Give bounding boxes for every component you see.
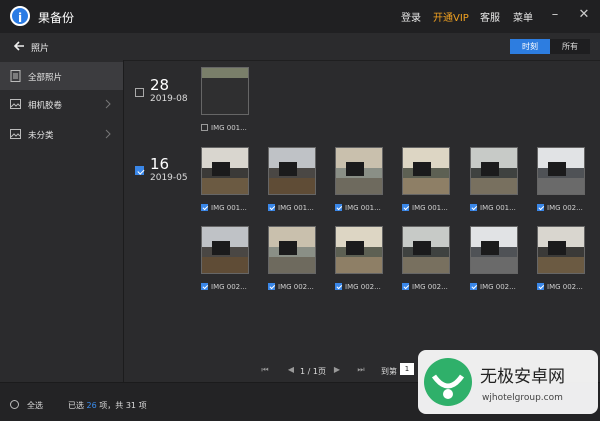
- close-icon[interactable]: ✕: [575, 6, 593, 24]
- sidebar-item-label: 全部照片: [28, 73, 63, 83]
- photo-thumbnail[interactable]: [201, 226, 249, 274]
- photo-checkbox[interactable]: [335, 283, 342, 290]
- group-day: 16: [150, 155, 170, 173]
- last-page-icon[interactable]: ⏭: [356, 365, 366, 375]
- photo-caption[interactable]: IMG 001...: [470, 204, 516, 212]
- chevron-right-icon: [105, 99, 111, 109]
- photo-caption[interactable]: IMG 001...: [335, 204, 381, 212]
- service-link[interactable]: 客服: [480, 9, 500, 24]
- select-all-radio[interactable]: [10, 400, 19, 409]
- photo-checkbox[interactable]: [268, 204, 275, 211]
- minimize-icon[interactable]: –: [546, 6, 564, 24]
- next-page-icon[interactable]: ▶: [332, 365, 342, 375]
- group-month: 2019-08: [150, 94, 188, 104]
- image-icon: [10, 129, 21, 139]
- photo-checkbox[interactable]: [268, 283, 275, 290]
- watermark-brand: 无极安卓网: [480, 367, 565, 387]
- page-info: 1 / 1页: [300, 367, 326, 376]
- select-all-label[interactable]: 全选: [27, 400, 43, 411]
- app-logo-icon: i: [10, 6, 30, 26]
- photo-thumbnail[interactable]: [201, 147, 249, 195]
- goto-label: 到第: [381, 367, 397, 376]
- photo-thumbnail[interactable]: [402, 226, 450, 274]
- header-bar: 照片 时刻 所有: [0, 33, 600, 61]
- breadcrumb: 照片: [31, 44, 50, 54]
- photo-checkbox[interactable]: [537, 283, 544, 290]
- photo-caption[interactable]: IMG 002...: [201, 283, 247, 291]
- watermark-url: wjhotelgroup.com: [482, 393, 563, 403]
- sidebar-item-label: 相机胶卷: [28, 101, 63, 111]
- photo-checkbox[interactable]: [402, 283, 409, 290]
- photo-checkbox[interactable]: [470, 204, 477, 211]
- photo-caption[interactable]: IMG 002...: [537, 283, 583, 291]
- photo-checkbox[interactable]: [201, 124, 208, 131]
- photo-thumbnail[interactable]: [268, 226, 316, 274]
- photo-thumbnail[interactable]: [537, 147, 585, 195]
- photo-caption[interactable]: IMG 002...: [537, 204, 583, 212]
- photo-thumbnail[interactable]: [268, 147, 316, 195]
- photo-checkbox[interactable]: [201, 283, 208, 290]
- group-checkbox[interactable]: [135, 88, 144, 97]
- photo-caption[interactable]: IMG 002...: [470, 283, 516, 291]
- group-checkbox[interactable]: [135, 166, 144, 175]
- total-count: 31: [125, 401, 137, 410]
- tab-moments[interactable]: 时刻: [510, 39, 550, 54]
- vip-link[interactable]: 开通VIP: [433, 9, 469, 24]
- photo-checkbox[interactable]: [537, 204, 544, 211]
- photo-thumbnail[interactable]: [470, 226, 518, 274]
- chevron-right-icon: [105, 129, 111, 139]
- document-icon: [10, 70, 21, 82]
- photo-caption[interactable]: IMG 001...: [402, 204, 448, 212]
- sidebar-item-label: 未分类: [28, 131, 54, 141]
- group-month: 2019-05: [150, 173, 188, 183]
- photo-checkbox[interactable]: [402, 204, 409, 211]
- photo-caption[interactable]: IMG 001...: [201, 124, 247, 132]
- selected-count: 26: [86, 401, 97, 410]
- photo-thumbnail[interactable]: [470, 147, 518, 195]
- photo-caption[interactable]: IMG 002...: [402, 283, 448, 291]
- sidebar-item-camera-roll[interactable]: 相机胶卷: [0, 90, 123, 118]
- group-day: 28: [150, 76, 170, 94]
- selection-info: 已选 26 项，共 31 项: [68, 401, 147, 410]
- photo-caption[interactable]: IMG 002...: [268, 283, 314, 291]
- page-number-input[interactable]: 1: [400, 363, 414, 375]
- photo-thumbnail[interactable]: [201, 67, 249, 115]
- sidebar-item-uncategorized[interactable]: 未分类: [0, 120, 123, 148]
- title-bar: i 果备份 登录 开通VIP 客服 菜单 – ✕: [0, 0, 600, 33]
- photo-checkbox[interactable]: [201, 204, 208, 211]
- image-icon: [10, 99, 21, 109]
- photo-thumbnail[interactable]: [537, 226, 585, 274]
- sidebar: 全部照片 相机胶卷 未分类: [0, 60, 124, 382]
- back-arrow-icon[interactable]: [12, 39, 26, 53]
- photo-caption[interactable]: IMG 002...: [335, 283, 381, 291]
- watermark: 无极安卓网 wjhotelgroup.com: [418, 346, 598, 418]
- photo-caption[interactable]: IMG 001...: [201, 204, 247, 212]
- tab-all[interactable]: 所有: [550, 39, 590, 54]
- app-title: 果备份: [38, 11, 75, 25]
- first-page-icon[interactable]: ⏮: [260, 365, 270, 375]
- menu-link[interactable]: 菜单: [513, 9, 533, 24]
- prev-page-icon[interactable]: ◀: [286, 365, 296, 375]
- photo-thumbnail[interactable]: [402, 147, 450, 195]
- photo-thumbnail[interactable]: [335, 147, 383, 195]
- photo-caption[interactable]: IMG 001...: [268, 204, 314, 212]
- photo-thumbnail[interactable]: [335, 226, 383, 274]
- sidebar-item-all-photos[interactable]: 全部照片: [0, 62, 123, 90]
- login-link[interactable]: 登录: [401, 9, 421, 24]
- photo-checkbox[interactable]: [470, 283, 477, 290]
- photo-checkbox[interactable]: [335, 204, 342, 211]
